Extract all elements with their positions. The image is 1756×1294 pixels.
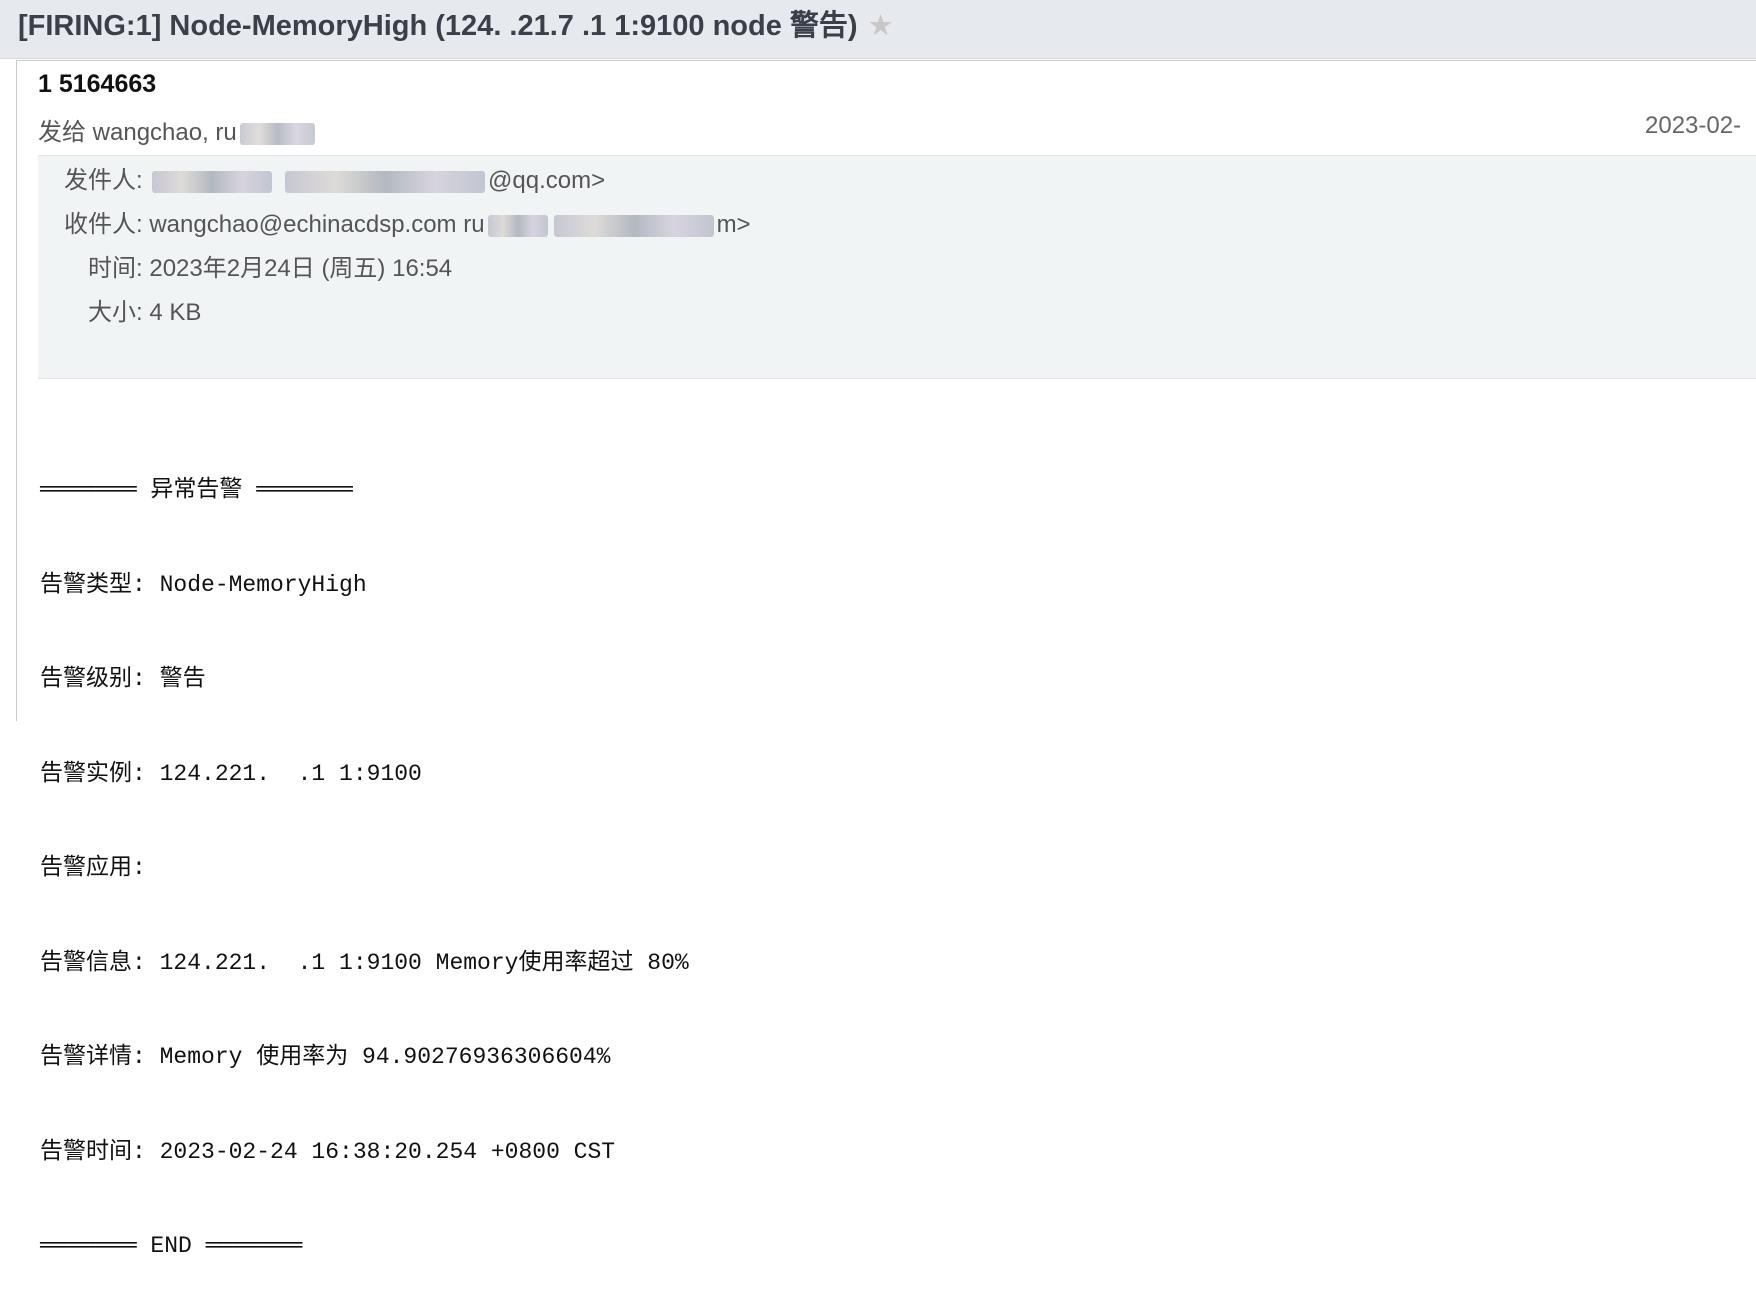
detail-from: 发件人: @qq.com> bbox=[64, 160, 605, 195]
to-label: 收件人: bbox=[64, 211, 143, 238]
detail-size: 大小: 4 KB bbox=[88, 292, 201, 327]
size-value: 4 KB bbox=[149, 299, 202, 326]
redacted-block bbox=[553, 214, 714, 237]
mail-date: 2023-02- bbox=[1645, 112, 1742, 139]
time-label: 时间: bbox=[88, 255, 143, 282]
subject-text: [FIRING:1] Node-MemoryHigh (124. .21.7 .… bbox=[18, 10, 858, 42]
body-line: ═══════ END ═══════ bbox=[40, 1233, 303, 1259]
redacted-block bbox=[285, 170, 486, 193]
to-address-tail: m> bbox=[716, 211, 751, 238]
body-line: 告警时间: 2023-02-24 16:38:20.254 +0800 CST bbox=[40, 1138, 616, 1165]
mail-details-panel: 发件人: @qq.com> 收件人: wangchao@echinacdsp.c… bbox=[38, 155, 1756, 379]
body-line: 告警应用: bbox=[40, 855, 146, 881]
mail-subject: [FIRING:1] Node-MemoryHigh (124. .21.7 .… bbox=[18, 6, 894, 46]
detail-to: 收件人: wangchao@echinacdsp.com ru m> bbox=[64, 204, 751, 239]
redacted-block bbox=[239, 122, 315, 145]
detail-time: 时间: 2023年2月24日 (周五) 16:54 bbox=[88, 248, 452, 283]
body-line: 告警信息: 124.221. .1 1:9100 Memory使用率超过 80% bbox=[40, 949, 689, 976]
time-value: 2023年2月24日 (周五) 16:54 bbox=[149, 255, 453, 282]
recipients-summary[interactable]: 发给 wangchao, ru bbox=[38, 112, 318, 147]
from-address[interactable]: @qq.com> bbox=[488, 167, 605, 194]
body-line: ═══════ 异常告警 ═══════ bbox=[40, 477, 353, 503]
recipients-text: 发给 wangchao, ru bbox=[38, 119, 237, 146]
body-line: 告警详情: Memory 使用率为 94.90276936306604% bbox=[40, 1044, 611, 1070]
redacted-block bbox=[152, 170, 273, 193]
sender-name[interactable]: 1 5164663 bbox=[38, 70, 156, 99]
redacted-block bbox=[487, 214, 548, 237]
mail-title-bar: [FIRING:1] Node-MemoryHigh (124. .21.7 .… bbox=[0, 0, 1756, 59]
body-line: 告警类型: Node-MemoryHigh bbox=[40, 571, 367, 598]
mail-body: ═══════ 异常告警 ═══════ 告警类型: Node-MemoryHi… bbox=[40, 412, 689, 1294]
body-line: 告警级别: 警告 bbox=[40, 666, 206, 692]
to-address[interactable]: wangchao@echinacdsp.com ru bbox=[149, 211, 484, 238]
star-icon[interactable]: ★ bbox=[868, 6, 894, 46]
body-line: 告警实例: 124.221. .1 1:9100 bbox=[40, 760, 422, 787]
size-label: 大小: bbox=[88, 299, 143, 326]
from-label: 发件人: bbox=[64, 167, 143, 194]
